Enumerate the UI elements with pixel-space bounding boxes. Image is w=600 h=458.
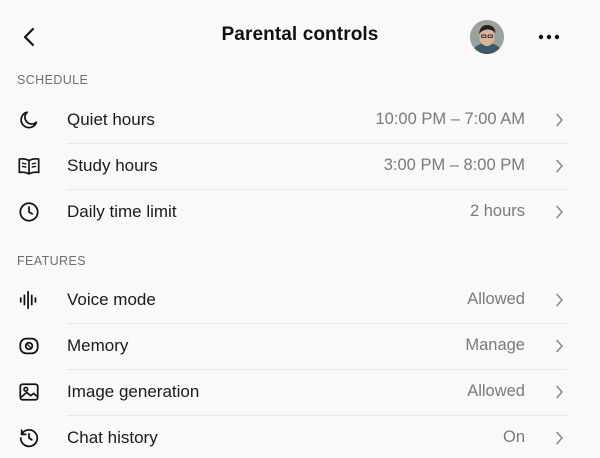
clock-icon (17, 200, 41, 224)
scrollbar[interactable] (594, 58, 600, 458)
row-value: Allowed (467, 290, 525, 308)
row-label: Image generation (67, 382, 200, 401)
chevron-right-icon (552, 430, 566, 446)
row-memory[interactable]: Memory Manage (0, 323, 600, 369)
header: Parental controls (0, 0, 600, 72)
moon-icon (17, 108, 41, 132)
waveform-icon (17, 288, 41, 312)
row-label: Daily time limit (67, 202, 177, 221)
row-label: Memory (67, 336, 129, 355)
book-icon (17, 154, 41, 178)
row-value: 3:00 PM – 8:00 PM (383, 156, 525, 174)
row-label: Voice mode (67, 290, 156, 309)
ellipsis-icon (538, 34, 560, 40)
more-options-button[interactable] (534, 24, 564, 50)
avatar[interactable] (470, 20, 504, 54)
row-voice-mode[interactable]: Voice mode Allowed (0, 277, 600, 323)
avatar-image (470, 20, 504, 54)
row-label: Study hours (67, 156, 158, 175)
row-image-generation[interactable]: Image generation Allowed (0, 369, 600, 415)
chevron-right-icon (552, 112, 566, 128)
chevron-right-icon (552, 158, 566, 174)
history-icon (17, 426, 41, 450)
row-study-hours[interactable]: Study hours 3:00 PM – 8:00 PM (0, 143, 600, 189)
chevron-right-icon (552, 384, 566, 400)
page-title: Parental controls (221, 24, 379, 45)
row-chat-history[interactable]: Chat history On (0, 415, 600, 458)
row-quiet-hours[interactable]: Quiet hours 10:00 PM – 7:00 AM (0, 97, 600, 143)
image-icon (17, 380, 41, 404)
row-daily-time-limit[interactable]: Daily time limit 2 hours (0, 189, 600, 235)
parental-controls-screen: Parental controls SCHEDULE Quiet hours 1… (0, 0, 600, 458)
chevron-right-icon (552, 292, 566, 308)
section-label-schedule: SCHEDULE (17, 73, 89, 87)
row-label: Quiet hours (67, 110, 155, 129)
section-label-features: FEATURES (17, 254, 86, 268)
memory-icon (17, 334, 41, 358)
row-value: Manage (465, 336, 525, 354)
chevron-right-icon (552, 204, 566, 220)
row-value: Allowed (467, 382, 525, 400)
row-value: 10:00 PM – 7:00 AM (375, 110, 525, 128)
row-label: Chat history (67, 428, 158, 447)
row-value: 2 hours (469, 202, 525, 220)
chevron-right-icon (552, 338, 566, 354)
row-value: On (502, 428, 525, 446)
